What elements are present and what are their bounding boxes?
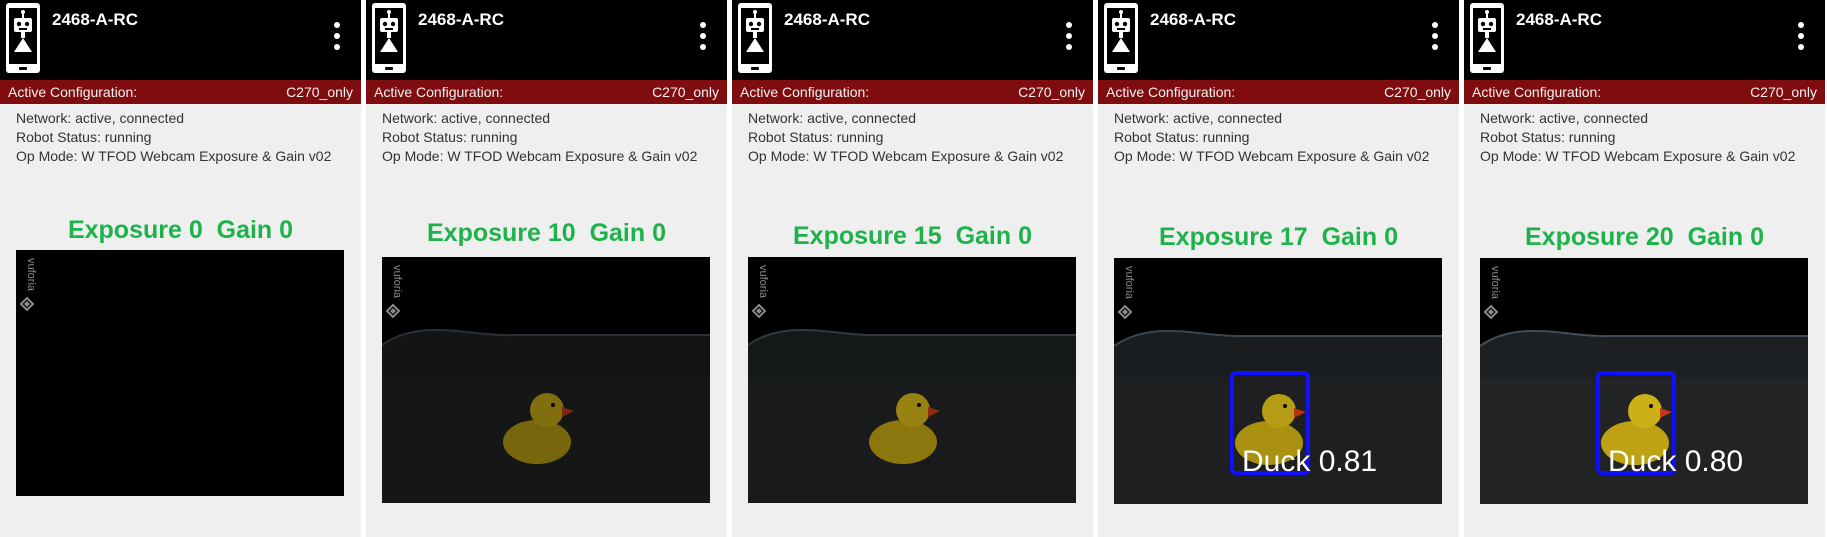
overflow-menu-icon[interactable] bbox=[1063, 22, 1075, 56]
active-configuration-bar: Active Configuration: C270_only bbox=[732, 80, 1093, 104]
detection-label: Duck 0.80 bbox=[1608, 445, 1743, 479]
active-configuration-label: Active Configuration: bbox=[1472, 84, 1602, 100]
vuforia-watermark-text: vuforia bbox=[757, 265, 768, 299]
op-mode-status: Op Mode: W TFOD Webcam Exposure & Gain v… bbox=[382, 148, 698, 164]
robot-name-title: 2468-A-RC bbox=[1150, 10, 1236, 29]
app-toolbar: 2468-A-RC bbox=[1464, 0, 1825, 80]
overflow-menu-icon[interactable] bbox=[1795, 22, 1807, 56]
robot-status: Robot Status: running bbox=[382, 129, 518, 145]
vuforia-watermark-text: vuforia bbox=[1123, 266, 1134, 300]
network-status: Network: active, connected bbox=[1114, 110, 1283, 126]
robot-phone-icon bbox=[371, 2, 407, 74]
active-configuration-bar: Active Configuration: C270_only bbox=[0, 80, 361, 104]
robot-phone-icon bbox=[737, 2, 773, 74]
robot-status: Robot Status: running bbox=[1480, 129, 1616, 145]
active-configuration-label: Active Configuration: bbox=[8, 84, 138, 100]
phone-screen-panel: 2468-A-RC Active Configuration: C270_only N… bbox=[1464, 0, 1825, 537]
robot-status: Robot Status: running bbox=[1114, 129, 1250, 145]
phone-screen-panel: 2468-A-RC Active Configuration: C270_only N… bbox=[0, 0, 361, 537]
network-status: Network: active, connected bbox=[16, 110, 185, 126]
camera-preview: vuforia Duck 0.80 bbox=[1480, 258, 1808, 504]
vuforia-watermark: vuforia bbox=[18, 258, 37, 318]
camera-preview: vuforia bbox=[748, 257, 1076, 503]
robot-name-title: 2468-A-RC bbox=[784, 10, 870, 29]
detection-confidence: 0.81 bbox=[1318, 445, 1378, 478]
phone-screen-panel: 2468-A-RC Active Configuration: C270_only N… bbox=[732, 0, 1093, 537]
active-configuration-bar: Active Configuration: C270_only bbox=[1464, 80, 1825, 104]
vuforia-watermark: vuforia bbox=[1116, 266, 1135, 326]
camera-preview: vuforia bbox=[16, 250, 344, 496]
robot-status: Robot Status: running bbox=[16, 129, 152, 145]
app-toolbar: 2468-A-RC bbox=[0, 0, 361, 80]
exposure-gain-caption: Exposure 10 Gain 0 bbox=[427, 219, 666, 247]
network-status: Network: active, connected bbox=[382, 110, 551, 126]
robot-name-title: 2468-A-RC bbox=[1516, 10, 1602, 29]
active-configuration-bar: Active Configuration: C270_only bbox=[1098, 80, 1459, 104]
robot-status: Robot Status: running bbox=[748, 129, 884, 145]
detection-class: Duck bbox=[1242, 445, 1311, 478]
overflow-menu-icon[interactable] bbox=[697, 22, 709, 56]
vuforia-watermark: vuforia bbox=[384, 265, 403, 325]
active-configuration-value: C270_only bbox=[1750, 84, 1817, 100]
op-mode-status: Op Mode: W TFOD Webcam Exposure & Gain v… bbox=[1114, 148, 1430, 164]
active-configuration-bar: Active Configuration: C270_only bbox=[366, 80, 727, 104]
network-status: Network: active, connected bbox=[748, 110, 917, 126]
exposure-gain-caption: Exposure 17 Gain 0 bbox=[1159, 223, 1398, 251]
active-configuration-value: C270_only bbox=[1018, 84, 1085, 100]
active-configuration-value: C270_only bbox=[1384, 84, 1451, 100]
network-status: Network: active, connected bbox=[1480, 110, 1649, 126]
vuforia-watermark-text: vuforia bbox=[1489, 266, 1500, 300]
vuforia-watermark-text: vuforia bbox=[25, 258, 36, 292]
op-mode-status: Op Mode: W TFOD Webcam Exposure & Gain v… bbox=[16, 148, 332, 164]
active-configuration-label: Active Configuration: bbox=[740, 84, 870, 100]
active-configuration-label: Active Configuration: bbox=[374, 84, 504, 100]
detection-confidence: 0.80 bbox=[1684, 445, 1744, 478]
vuforia-watermark: vuforia bbox=[750, 265, 769, 325]
robot-name-title: 2468-A-RC bbox=[52, 10, 138, 29]
active-configuration-label: Active Configuration: bbox=[1106, 84, 1236, 100]
camera-preview: vuforia bbox=[382, 257, 710, 503]
app-toolbar: 2468-A-RC bbox=[732, 0, 1093, 80]
camera-preview: vuforia Duck 0.81 bbox=[1114, 258, 1442, 504]
robot-phone-icon bbox=[1103, 2, 1139, 74]
robot-phone-icon bbox=[5, 2, 41, 74]
app-toolbar: 2468-A-RC bbox=[1098, 0, 1459, 80]
phone-screen-panel: 2468-A-RC Active Configuration: C270_only N… bbox=[1098, 0, 1459, 537]
exposure-gain-caption: Exposure 15 Gain 0 bbox=[793, 222, 1032, 250]
active-configuration-value: C270_only bbox=[286, 84, 353, 100]
op-mode-status: Op Mode: W TFOD Webcam Exposure & Gain v… bbox=[748, 148, 1064, 164]
detection-label: Duck 0.81 bbox=[1242, 445, 1377, 479]
overflow-menu-icon[interactable] bbox=[1429, 22, 1441, 56]
robot-name-title: 2468-A-RC bbox=[418, 10, 504, 29]
vuforia-watermark: vuforia bbox=[1482, 266, 1501, 326]
exposure-gain-caption: Exposure 0 Gain 0 bbox=[67, 216, 294, 244]
phone-screen-panel: 2468-A-RC Active Configuration: C270_only N… bbox=[366, 0, 727, 537]
op-mode-status: Op Mode: W TFOD Webcam Exposure & Gain v… bbox=[1480, 148, 1796, 164]
exposure-gain-caption: Exposure 20 Gain 0 bbox=[1525, 223, 1764, 251]
robot-phone-icon bbox=[1469, 2, 1505, 74]
app-toolbar: 2468-A-RC bbox=[366, 0, 727, 80]
vuforia-watermark-text: vuforia bbox=[391, 265, 402, 299]
detection-class: Duck bbox=[1608, 445, 1677, 478]
overflow-menu-icon[interactable] bbox=[331, 22, 343, 56]
active-configuration-value: C270_only bbox=[652, 84, 719, 100]
